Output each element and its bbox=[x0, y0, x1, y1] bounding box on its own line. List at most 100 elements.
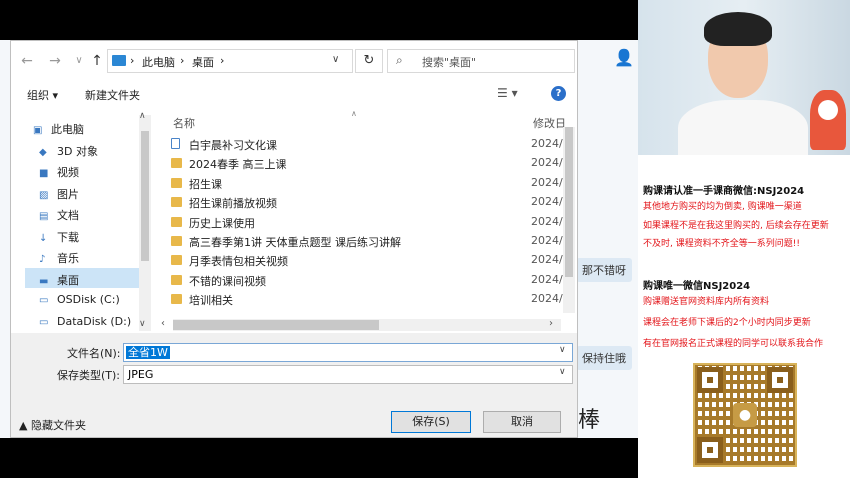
column-header-date[interactable]: 修改日 bbox=[533, 115, 566, 131]
nav-item[interactable]: ♪ 音乐 bbox=[39, 250, 79, 270]
back-arrow-icon[interactable]: ← bbox=[17, 51, 37, 71]
filename-label: 文件名(N): bbox=[67, 347, 121, 360]
nav-item[interactable]: ◆ 3D 对象 bbox=[39, 143, 98, 163]
desktop-icon: ▬ bbox=[39, 275, 49, 287]
file-row[interactable]: 不错的课间视频 2024/ bbox=[171, 271, 571, 290]
breadcrumb-separator[interactable]: › bbox=[220, 54, 224, 67]
file-name: 高三春季第1讲 天体重点题型 课后练习讲解 bbox=[189, 236, 401, 249]
file-row[interactable]: 历史上课使用 2024/ bbox=[171, 213, 571, 232]
nav-item-label: OSDisk (C:) bbox=[57, 293, 120, 306]
nav-item[interactable]: ↓ 下载 bbox=[39, 229, 79, 249]
background-character: 棒 bbox=[578, 408, 601, 433]
save-button[interactable]: 保存(S) bbox=[391, 411, 471, 433]
nav-item-label: 音乐 bbox=[57, 252, 79, 265]
file-row[interactable]: 招生课 2024/ bbox=[171, 174, 571, 193]
view-options-icon[interactable]: ☰ ▾ bbox=[497, 86, 518, 100]
up-arrow-icon[interactable]: ↑ bbox=[87, 51, 107, 71]
file-row[interactable]: 白宇晨补习文化课 2024/ bbox=[171, 135, 571, 154]
document-icon bbox=[171, 138, 180, 149]
screen: 那不错呀 保持住哦 👤 棒 购课请认准一手课商微信:NSJ2024 其他地方购买… bbox=[0, 0, 850, 478]
folder-icon bbox=[171, 177, 182, 188]
qr-finder bbox=[697, 367, 723, 393]
folder-icon bbox=[171, 255, 182, 266]
file-row[interactable]: 高三春季第1讲 天体重点题型 课后练习讲解 2024/ bbox=[171, 232, 571, 251]
filename-value[interactable]: 全省1W bbox=[126, 346, 170, 359]
chevron-down-icon[interactable]: ∨ bbox=[559, 345, 566, 355]
add-user-icon[interactable]: 👤 bbox=[614, 48, 636, 70]
promo-line: 有在官网报名正式课程的同学可以联系我合作 bbox=[643, 339, 824, 349]
folder-icon bbox=[171, 274, 182, 285]
search-input[interactable]: ⌕ 搜索"桌面" bbox=[387, 49, 575, 73]
nav-item-label: 视频 bbox=[57, 166, 79, 179]
black-bar-top bbox=[0, 0, 638, 40]
presenter-body bbox=[678, 100, 808, 155]
folder-icon bbox=[171, 158, 182, 169]
chat-bubble: 保持住哦 bbox=[576, 346, 632, 370]
file-vscrollbar-thumb[interactable] bbox=[565, 127, 573, 277]
filetype-label: 保存类型(T): bbox=[57, 369, 121, 382]
nav-item-label: 3D 对象 bbox=[57, 144, 98, 158]
promo-line: 不及时, 课程资料不齐全等一系列问题!! bbox=[643, 239, 800, 249]
chat-bubble: 那不错呀 bbox=[576, 258, 632, 282]
nav-item[interactable]: ▬ 桌面 bbox=[39, 272, 79, 292]
qr-finder bbox=[767, 367, 793, 393]
file-row[interactable]: 招生课前播放视频 2024/ bbox=[171, 193, 571, 212]
pictures-icon: ▨ bbox=[39, 189, 49, 201]
file-row[interactable]: 月季表情包相关视频 2024/ bbox=[171, 251, 571, 270]
sort-ascending-icon: ∧ bbox=[351, 109, 357, 118]
breadcrumb-separator[interactable]: › bbox=[130, 54, 134, 67]
filename-input[interactable]: 全省1W bbox=[123, 343, 573, 362]
cancel-button[interactable]: 取消 bbox=[483, 411, 561, 433]
save-form: 文件名(N): 全省1W ∨ 保存类型(T): JPEG ∨ ▲ 隐藏文件夹 保… bbox=[11, 333, 577, 437]
chevron-down-icon[interactable]: ∨ bbox=[139, 319, 146, 329]
forward-arrow-icon[interactable]: → bbox=[45, 51, 65, 71]
file-hscrollbar-thumb[interactable] bbox=[173, 320, 379, 330]
hide-folders-toggle[interactable]: ▲ 隐藏文件夹 bbox=[19, 417, 86, 433]
folder-icon bbox=[171, 236, 182, 246]
column-header-name[interactable]: 名称 bbox=[173, 115, 195, 131]
new-folder-button[interactable]: 新建文件夹 bbox=[85, 87, 140, 103]
chevron-right-icon[interactable]: › bbox=[549, 318, 553, 329]
nav-item-label: 下载 bbox=[57, 230, 79, 244]
file-date: 2024/ bbox=[531, 175, 563, 189]
address-bar[interactable]: › 此电脑 › 桌面 › ∨ bbox=[107, 49, 353, 73]
file-row[interactable]: 培训相关 2024/ bbox=[171, 290, 571, 309]
nav-item[interactable]: ▣ 此电脑 bbox=[33, 121, 84, 141]
nav-item[interactable]: ▭ DataDisk (D:) bbox=[39, 315, 131, 335]
nav-item[interactable]: ▤ 文档 bbox=[39, 207, 79, 227]
address-row: ← → ∨ ↑ › 此电脑 › 桌面 › ∨ ↻ ⌕ 搜索"桌面" bbox=[11, 41, 577, 81]
file-name: 招生课前播放视频 bbox=[189, 197, 277, 211]
help-icon[interactable]: ? bbox=[551, 86, 566, 101]
chevron-up-icon[interactable]: ∧ bbox=[139, 111, 146, 121]
organize-button[interactable]: 组织 ▾ bbox=[27, 87, 58, 103]
nav-item[interactable]: ▨ 图片 bbox=[39, 186, 79, 206]
breadcrumb-separator[interactable]: › bbox=[180, 54, 184, 67]
breadcrumb-this-pc[interactable]: 此电脑 bbox=[142, 54, 175, 70]
nav-item[interactable]: ■ 视频 bbox=[39, 164, 79, 184]
chevron-left-icon[interactable]: ‹ bbox=[161, 318, 165, 329]
chevron-down-icon[interactable]: ∨ bbox=[559, 367, 566, 377]
nav-item[interactable]: ▭ OSDisk (C:) bbox=[39, 293, 120, 313]
chevron-down-icon[interactable]: ∨ bbox=[332, 54, 339, 65]
file-date: 2024/ bbox=[531, 214, 563, 228]
refresh-button[interactable]: ↻ bbox=[355, 49, 383, 73]
file-row[interactable]: 2024春季 高三上课 2024/ bbox=[171, 154, 571, 173]
wechat-icon: ● bbox=[733, 403, 757, 427]
nav-scrollbar-thumb[interactable] bbox=[141, 131, 149, 261]
promo-panel: 购课请认准一手课商微信:NSJ2024 其他地方购买的均为倒卖, 购课唯一渠道 … bbox=[638, 0, 850, 478]
chevron-down-icon[interactable]: ∨ bbox=[69, 51, 89, 71]
file-date: 2024/ bbox=[531, 272, 563, 286]
file-name: 招生课 bbox=[189, 177, 222, 191]
promo-line: 其他地方购买的均为倒卖, 购课唯一渠道 bbox=[643, 202, 802, 212]
file-name: 白宇晨补习文化课 bbox=[189, 139, 277, 152]
computer-icon: ▣ bbox=[33, 125, 43, 136]
promo-line: 如果课程不是在我这里购买的, 后续会存在更新 bbox=[643, 221, 829, 231]
toy-figure bbox=[810, 90, 846, 150]
filetype-select[interactable]: JPEG bbox=[123, 365, 573, 384]
search-placeholder: 搜索"桌面" bbox=[422, 56, 477, 69]
black-bar-bottom bbox=[0, 438, 638, 478]
search-icon: ⌕ bbox=[396, 53, 403, 67]
folder-icon bbox=[171, 294, 182, 305]
folder-icon bbox=[171, 216, 182, 227]
breadcrumb-desktop[interactable]: 桌面 bbox=[192, 54, 214, 70]
